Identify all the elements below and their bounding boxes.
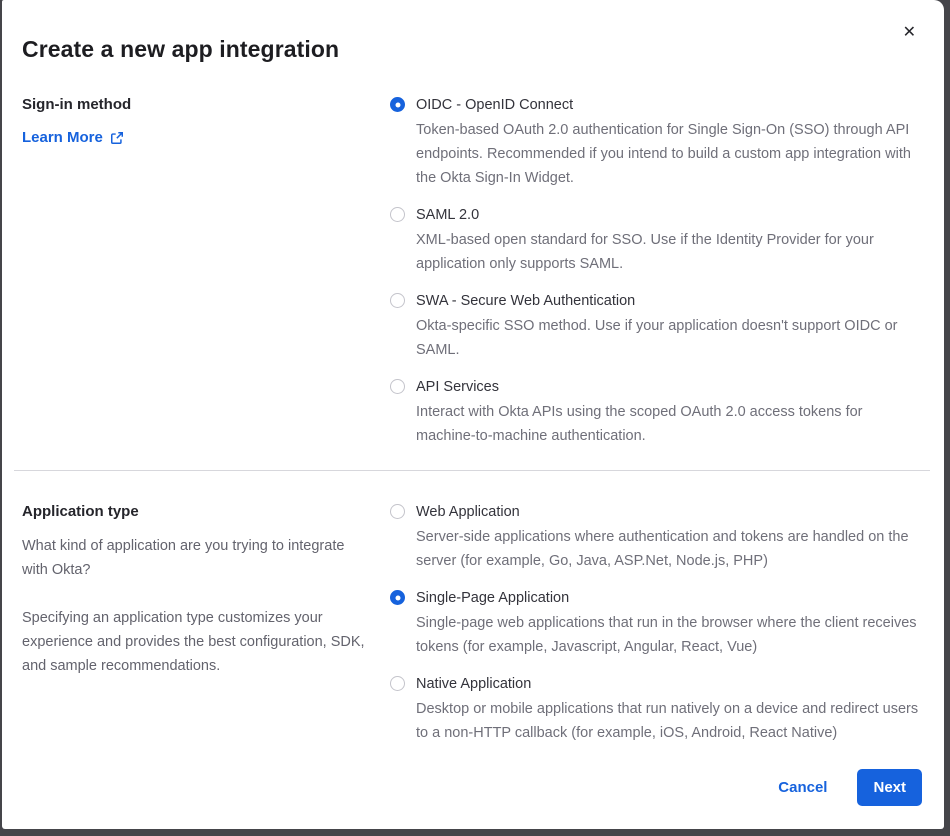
radio-option-description: Desktop or mobile applications that run … <box>416 697 922 745</box>
sign-in-method-label: Sign-in method <box>22 94 374 116</box>
sign-in-method-options: OIDC - OpenID Connect Token-based OAuth … <box>390 94 922 448</box>
learn-more-link[interactable]: Learn More <box>22 129 124 146</box>
radio-option-api-services[interactable]: API Services Interact with Okta APIs usi… <box>390 376 922 448</box>
radio-option-description: Server-side applications where authentic… <box>416 525 922 573</box>
radio-button[interactable] <box>390 504 405 519</box>
application-type-help-text: What kind of application are you trying … <box>22 534 374 582</box>
application-type-options: Web Application Server-side applications… <box>390 501 922 745</box>
radio-option-label[interactable]: Single-Page Application <box>416 587 922 609</box>
dialog-footer: Cancel Next <box>22 769 922 806</box>
radio-option-saml-2-0[interactable]: SAML 2.0 XML-based open standard for SSO… <box>390 204 922 276</box>
radio-button[interactable] <box>390 379 405 394</box>
radio-button[interactable] <box>390 207 405 222</box>
radio-button[interactable] <box>390 676 405 691</box>
radio-option-label[interactable]: Native Application <box>416 673 922 695</box>
section-divider <box>14 470 930 471</box>
radio-option-label[interactable]: SAML 2.0 <box>416 204 922 226</box>
radio-option-description: XML-based open standard for SSO. Use if … <box>416 228 922 276</box>
radio-option-label[interactable]: API Services <box>416 376 922 398</box>
radio-option-label[interactable]: OIDC - OpenID Connect <box>416 94 922 116</box>
radio-option-description: Token-based OAuth 2.0 authentication for… <box>416 118 922 190</box>
radio-button[interactable] <box>390 293 405 308</box>
radio-option-description: Single-page web applications that run in… <box>416 611 922 659</box>
application-type-help-text: Specifying an application type customize… <box>22 606 374 678</box>
radio-option-native-application[interactable]: Native Application Desktop or mobile app… <box>390 673 922 745</box>
sign-in-method-section: Sign-in method Learn More OIDC - OpenID … <box>22 94 922 448</box>
close-icon[interactable]: ✕ <box>899 21 920 45</box>
radio-option-web-application[interactable]: Web Application Server-side applications… <box>390 501 922 573</box>
radio-button[interactable] <box>390 590 405 605</box>
external-link-icon <box>110 131 124 145</box>
radio-option-swa-secure-web-authentication[interactable]: SWA - Secure Web Authentication Okta-spe… <box>390 290 922 362</box>
application-type-label: Application type <box>22 501 374 523</box>
radio-option-label[interactable]: SWA - Secure Web Authentication <box>416 290 922 312</box>
cancel-button[interactable]: Cancel <box>778 779 827 796</box>
radio-option-label[interactable]: Web Application <box>416 501 922 523</box>
radio-option-oidc-openid-connect[interactable]: OIDC - OpenID Connect Token-based OAuth … <box>390 94 922 190</box>
radio-option-description: Interact with Okta APIs using the scoped… <box>416 400 922 448</box>
radio-option-description: Okta-specific SSO method. Use if your ap… <box>416 314 922 362</box>
application-type-section: Application type What kind of applicatio… <box>22 501 922 745</box>
create-app-integration-dialog: ✕ Create a new app integration Sign-in m… <box>2 0 944 829</box>
learn-more-label: Learn More <box>22 129 103 146</box>
dialog-title: Create a new app integration <box>22 36 922 63</box>
next-button[interactable]: Next <box>857 769 922 806</box>
radio-button[interactable] <box>390 97 405 112</box>
radio-option-single-page-application[interactable]: Single-Page Application Single-page web … <box>390 587 922 659</box>
